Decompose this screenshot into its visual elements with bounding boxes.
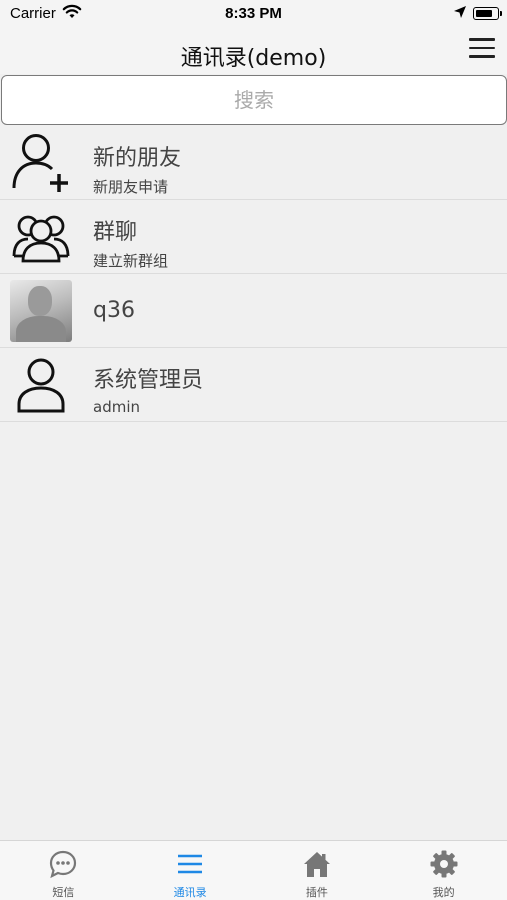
tab-label: 通讯录 xyxy=(173,886,207,899)
user-icon xyxy=(10,354,72,416)
nav-bar: 通讯录(demo) xyxy=(0,28,507,74)
tab-bar: 短信 通讯录 插件 我的 xyxy=(0,840,507,900)
search-input[interactable]: 搜索 xyxy=(1,75,507,125)
contact-title: 群聊 xyxy=(93,220,138,245)
tab-label: 插件 xyxy=(305,886,328,899)
contact-list: 新的朋友 新朋友申请 群聊 建立新群组 q36 系统管理员 admin xyxy=(0,126,507,422)
add-friend-icon xyxy=(10,132,72,194)
battery-icon xyxy=(473,7,502,20)
contact-subtitle: 建立新群组 xyxy=(93,252,169,270)
contact-title: 系统管理员 xyxy=(93,368,204,393)
contact-title: q36 xyxy=(93,298,135,323)
list-item-group-chat[interactable]: 群聊 建立新群组 xyxy=(0,200,507,274)
tab-plugins[interactable]: 插件 xyxy=(254,841,381,900)
status-time: 8:33 PM xyxy=(225,5,282,22)
hamburger-menu-icon[interactable] xyxy=(469,38,495,60)
location-arrow-icon xyxy=(453,5,467,23)
tab-contacts[interactable]: 通讯录 xyxy=(127,841,254,900)
contact-title: 新的朋友 xyxy=(93,146,182,171)
gear-icon xyxy=(429,849,459,879)
tab-label: 我的 xyxy=(432,886,455,899)
contact-subtitle: 新朋友申请 xyxy=(93,178,169,196)
home-icon xyxy=(302,849,332,879)
status-bar: Carrier 8:33 PM xyxy=(0,0,507,28)
chat-bubble-icon xyxy=(48,849,78,879)
list-icon xyxy=(175,849,205,879)
tab-me[interactable]: 我的 xyxy=(380,841,507,900)
contact-subtitle: admin xyxy=(93,398,140,416)
page-title: 通讯录(demo) xyxy=(180,46,327,71)
tab-messages[interactable]: 短信 xyxy=(0,841,127,900)
group-icon xyxy=(10,206,72,268)
tab-label: 短信 xyxy=(52,886,75,899)
avatar xyxy=(10,280,72,342)
list-item-new-friends[interactable]: 新的朋友 新朋友申请 xyxy=(0,126,507,200)
list-item-admin[interactable]: 系统管理员 admin xyxy=(0,348,507,422)
list-item-q36[interactable]: q36 xyxy=(0,274,507,348)
